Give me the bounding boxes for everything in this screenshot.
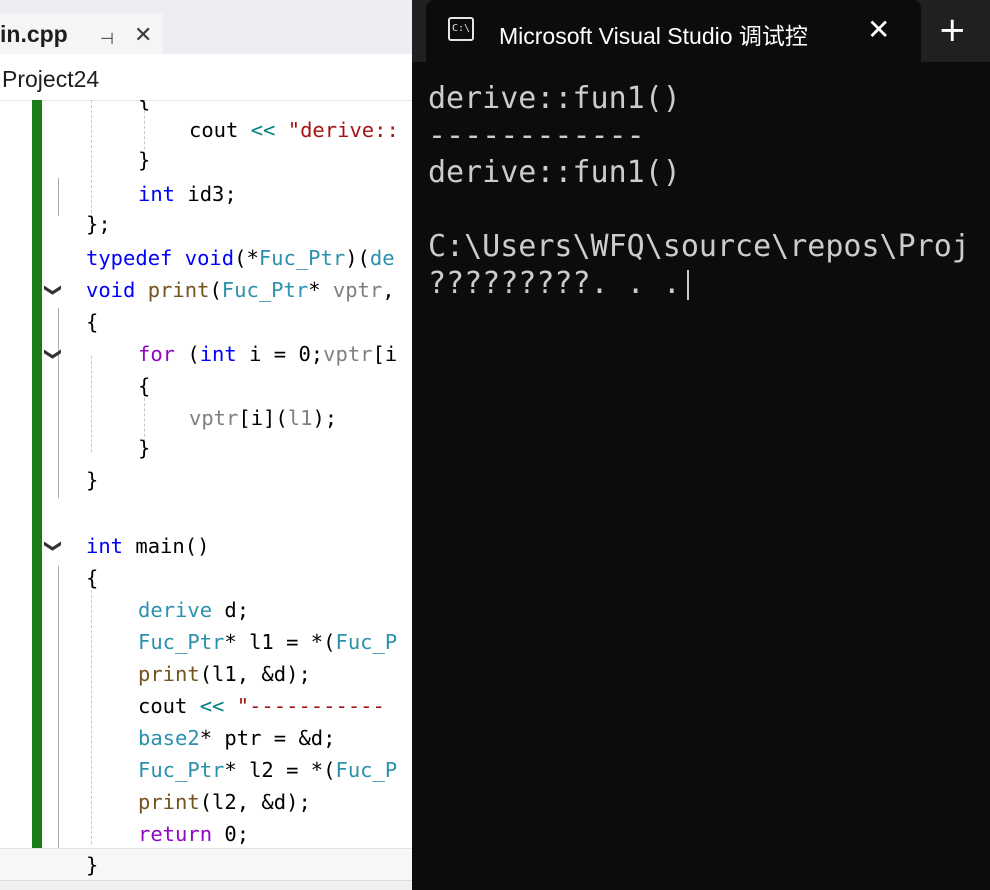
document-tab[interactable]: in.cpp ⊣ ✕	[0, 13, 163, 54]
code-line: print(l1, &d);	[138, 662, 311, 686]
navigation-bar: Project24	[0, 60, 412, 101]
code-line: cout << "-----------	[138, 694, 385, 718]
code-line: }	[86, 468, 99, 492]
code-line: base2* ptr = &d;	[138, 726, 336, 750]
code-area[interactable]: { cout << "derive:: } int id3; }; typede…	[0, 100, 412, 880]
new-tab-icon[interactable]: +	[938, 10, 967, 50]
code-line: int id3;	[138, 182, 237, 206]
code-editor[interactable]: in.cpp ⊣ ✕ Project24 { cout << "derive::…	[0, 0, 412, 890]
code-line: derive d;	[138, 598, 250, 622]
code-line: {	[138, 374, 151, 398]
text-cursor	[686, 269, 689, 300]
code-line: vptr[i](l1);	[189, 406, 338, 430]
code-line: ❯ int main()	[0, 530, 412, 562]
code-line-current: }	[0, 848, 412, 880]
prompt-text: ?????????. . .	[428, 266, 681, 301]
cmd-icon: C:\	[448, 17, 474, 41]
debug-console-window[interactable]: C:\ Microsoft Visual Studio 调试控 ✕ + deri…	[412, 0, 990, 890]
code-line: }	[138, 436, 151, 460]
code-line: cout << "derive::	[189, 118, 399, 142]
code-line: typedef void(*Fuc_Ptr)(de	[86, 246, 395, 270]
terminal-output[interactable]: derive::fun1() ------------ derive::fun1…	[428, 80, 990, 302]
output-line: derive::fun1()	[428, 81, 681, 116]
pin-icon[interactable]: ⊣	[100, 29, 114, 48]
terminal-tab[interactable]: C:\ Microsoft Visual Studio 调试控 ✕	[426, 0, 921, 62]
editor-status-strip	[0, 880, 412, 890]
code-line: ❯ void print(Fuc_Ptr* vptr,	[0, 274, 412, 306]
code-line: return 0;	[138, 822, 250, 846]
terminal-tab-title: Microsoft Visual Studio 调试控	[499, 23, 808, 49]
code-line: ❯ for (int i = 0;vptr[i	[0, 338, 412, 370]
close-tab-icon[interactable]: ✕	[867, 13, 890, 46]
output-line: derive::fun1()	[428, 155, 681, 190]
document-tab-bar: in.cpp ⊣ ✕	[0, 0, 412, 54]
code-line: }	[138, 148, 151, 172]
code-line: print(l2, &d);	[138, 790, 311, 814]
output-line: C:\Users\WFQ\source\repos\Proj	[428, 229, 970, 264]
collapse-chevron-icon[interactable]: ❯	[37, 283, 69, 297]
code-line: {	[86, 566, 99, 590]
project-dropdown[interactable]: Project24	[2, 66, 99, 93]
code-line: {	[86, 310, 99, 334]
collapse-chevron-icon[interactable]: ❯	[37, 347, 69, 361]
output-line: ------------	[428, 118, 645, 153]
document-tab-name: in.cpp	[0, 21, 68, 47]
code-line: Fuc_Ptr* l2 = *(Fuc_P	[138, 758, 398, 782]
code-line: Fuc_Ptr* l1 = *(Fuc_P	[138, 630, 398, 654]
terminal-title-bar: C:\ Microsoft Visual Studio 调试控 ✕ +	[412, 0, 990, 62]
output-line-prompt: ?????????. . .	[428, 265, 990, 302]
close-icon[interactable]: ✕	[134, 23, 152, 48]
code-line: };	[86, 212, 111, 236]
collapse-chevron-icon[interactable]: ❯	[37, 539, 69, 553]
